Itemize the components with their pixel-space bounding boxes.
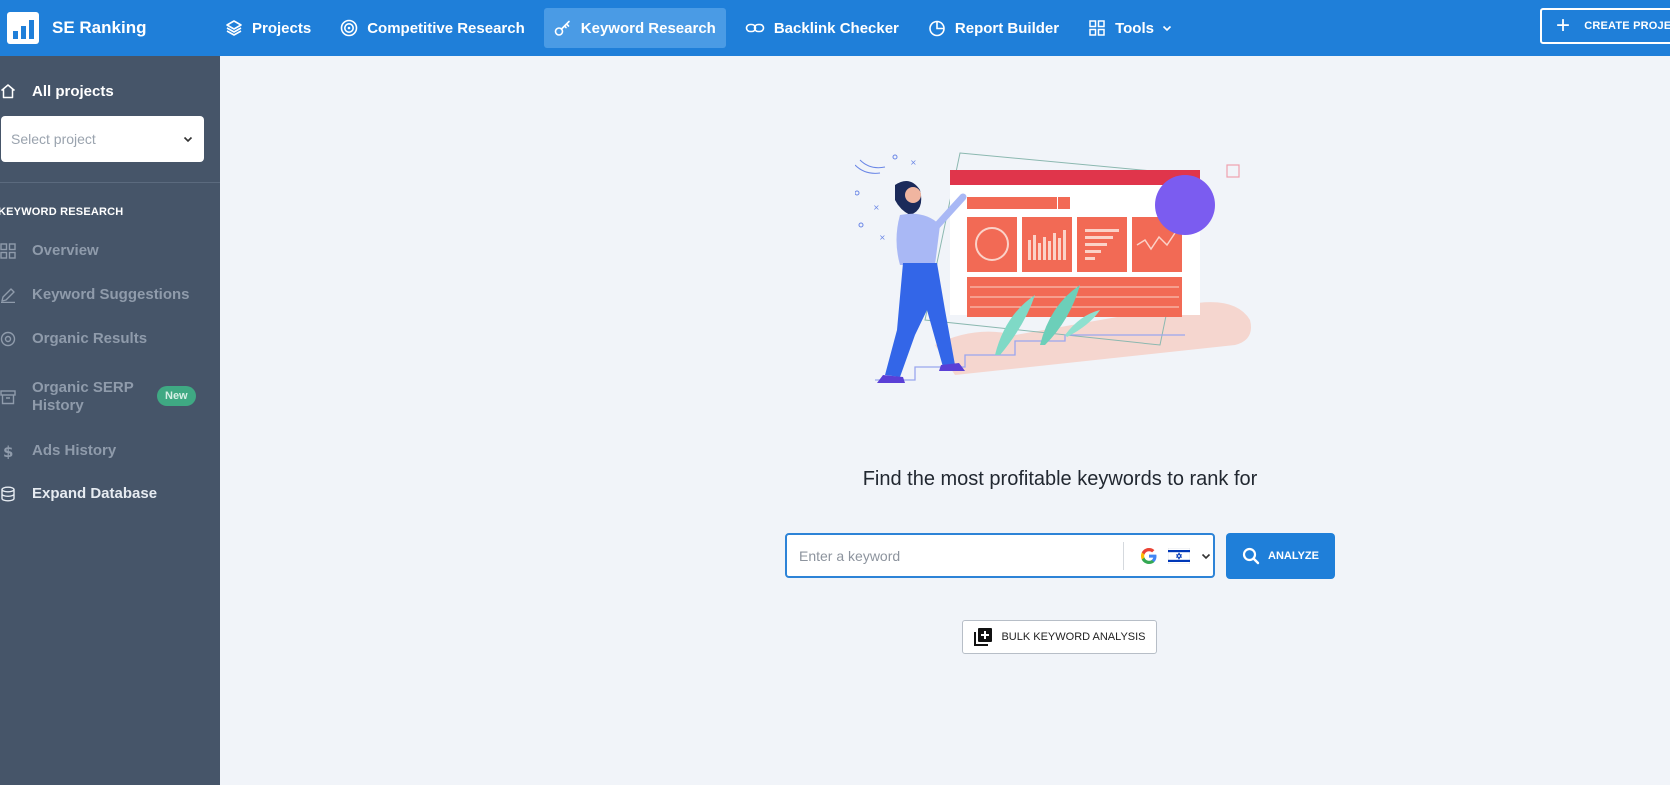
grid-icon xyxy=(0,242,16,259)
nav-keyword-label: Keyword Research xyxy=(580,19,716,37)
sidebar-item-label: Organic SERP xyxy=(32,379,134,396)
chevron-down-icon xyxy=(1162,25,1172,32)
grid-icon xyxy=(1089,20,1105,36)
search-icon xyxy=(1242,547,1260,565)
chevron-down-icon xyxy=(1201,553,1211,559)
dollar-icon: $ xyxy=(3,443,13,459)
app-name: SE Ranking xyxy=(52,18,147,37)
bulk-keyword-label: BULK KEYWORD ANALYSIS xyxy=(1001,631,1146,643)
link-icon xyxy=(745,23,765,33)
keyword-research-illustration: × × × xyxy=(855,152,1251,383)
sidebar-item-label: History xyxy=(32,397,84,414)
sidebar-all-projects[interactable]: All projects xyxy=(0,76,114,106)
nav-competitive-research[interactable]: Competitive Research xyxy=(330,8,535,48)
sidebar-divider xyxy=(0,182,220,183)
israel-flag-icon xyxy=(1168,547,1190,564)
pencil-icon xyxy=(1,287,15,303)
sidebar-item-organic-results[interactable]: Organic Results xyxy=(0,330,147,347)
sidebar-item-overview[interactable]: Overview xyxy=(0,242,99,259)
new-badge: New xyxy=(157,386,196,406)
nav-projects-label: Projects xyxy=(252,19,312,37)
logo-icon xyxy=(7,12,39,44)
layers-icon xyxy=(226,20,242,36)
pie-chart-icon xyxy=(929,20,945,37)
search-engine-selector[interactable] xyxy=(1140,547,1212,565)
target-icon xyxy=(0,331,16,346)
divider xyxy=(1123,541,1124,570)
sidebar-item-ads-history[interactable]: $ Ads History xyxy=(0,442,116,459)
sidebar-item-label: Ads History xyxy=(32,442,117,459)
nav-report-builder[interactable]: Report Builder xyxy=(918,8,1069,48)
svg-text:$: $ xyxy=(3,443,13,459)
select-project-label: Select project xyxy=(11,131,96,147)
svg-text:×: × xyxy=(910,158,917,167)
bulk-keyword-analysis-button[interactable]: BULK KEYWORD ANALYSIS xyxy=(962,620,1157,654)
nav-tools[interactable]: Tools xyxy=(1078,8,1183,48)
sidebar-item-label: Organic Results xyxy=(32,330,148,347)
key-icon xyxy=(554,20,570,36)
sidebar-item-text: Organic SERP History xyxy=(32,379,134,415)
keyword-input[interactable] xyxy=(799,540,1119,571)
nav-projects[interactable]: Projects xyxy=(215,8,321,48)
chevron-down-icon xyxy=(183,136,193,143)
google-icon xyxy=(1141,547,1157,564)
sidebar-item-label: Overview xyxy=(32,242,99,259)
logo[interactable]: SE Ranking xyxy=(0,0,210,56)
analyze-label: ANALYZE xyxy=(1268,550,1319,562)
keyword-search-box xyxy=(785,533,1215,578)
sidebar-item-expand-database[interactable]: Expand Database xyxy=(0,485,157,502)
create-project-button[interactable]: + CREATE PROJEC xyxy=(1540,8,1670,44)
sidebar: All projects Select project KEYWORD RESE… xyxy=(0,56,220,785)
add-stack-icon xyxy=(974,628,993,646)
sidebar-section-title: KEYWORD RESEARCH xyxy=(0,206,124,218)
svg-text:×: × xyxy=(873,203,880,212)
home-icon xyxy=(1,84,15,99)
nav-competitive-label: Competitive Research xyxy=(367,19,525,37)
nav-backlink-checker[interactable]: Backlink Checker xyxy=(735,8,909,48)
top-navigation-bar: SE Ranking Projects Competitive Research… xyxy=(0,0,1670,56)
nav-tools-label: Tools xyxy=(1115,19,1154,37)
plus-icon: + xyxy=(1556,12,1571,39)
sidebar-item-keyword-suggestions[interactable]: Keyword Suggestions xyxy=(0,286,190,303)
headline-text: Find the most profitable keywords to ran… xyxy=(862,468,1258,490)
create-project-label: CREATE PROJEC xyxy=(1584,20,1670,32)
nav-report-label: Report Builder xyxy=(954,19,1060,37)
sidebar-item-label: Keyword Suggestions xyxy=(32,286,190,303)
target-icon xyxy=(340,19,358,37)
sidebar-item-label: Expand Database xyxy=(32,485,158,502)
nav-backlink-label: Backlink Checker xyxy=(773,19,899,37)
all-projects-label: All projects xyxy=(32,82,114,100)
archive-icon xyxy=(0,390,16,405)
sidebar-item-organic-serp-history[interactable]: Organic SERP History xyxy=(0,379,134,415)
main-nav: Projects Competitive Research Keyword Re… xyxy=(215,0,1192,56)
select-project-dropdown[interactable]: Select project xyxy=(1,116,204,162)
svg-text:×: × xyxy=(879,233,886,242)
nav-keyword-research[interactable]: Keyword Research xyxy=(543,8,726,48)
analyze-button[interactable]: ANALYZE xyxy=(1226,533,1335,579)
database-icon xyxy=(1,486,15,501)
